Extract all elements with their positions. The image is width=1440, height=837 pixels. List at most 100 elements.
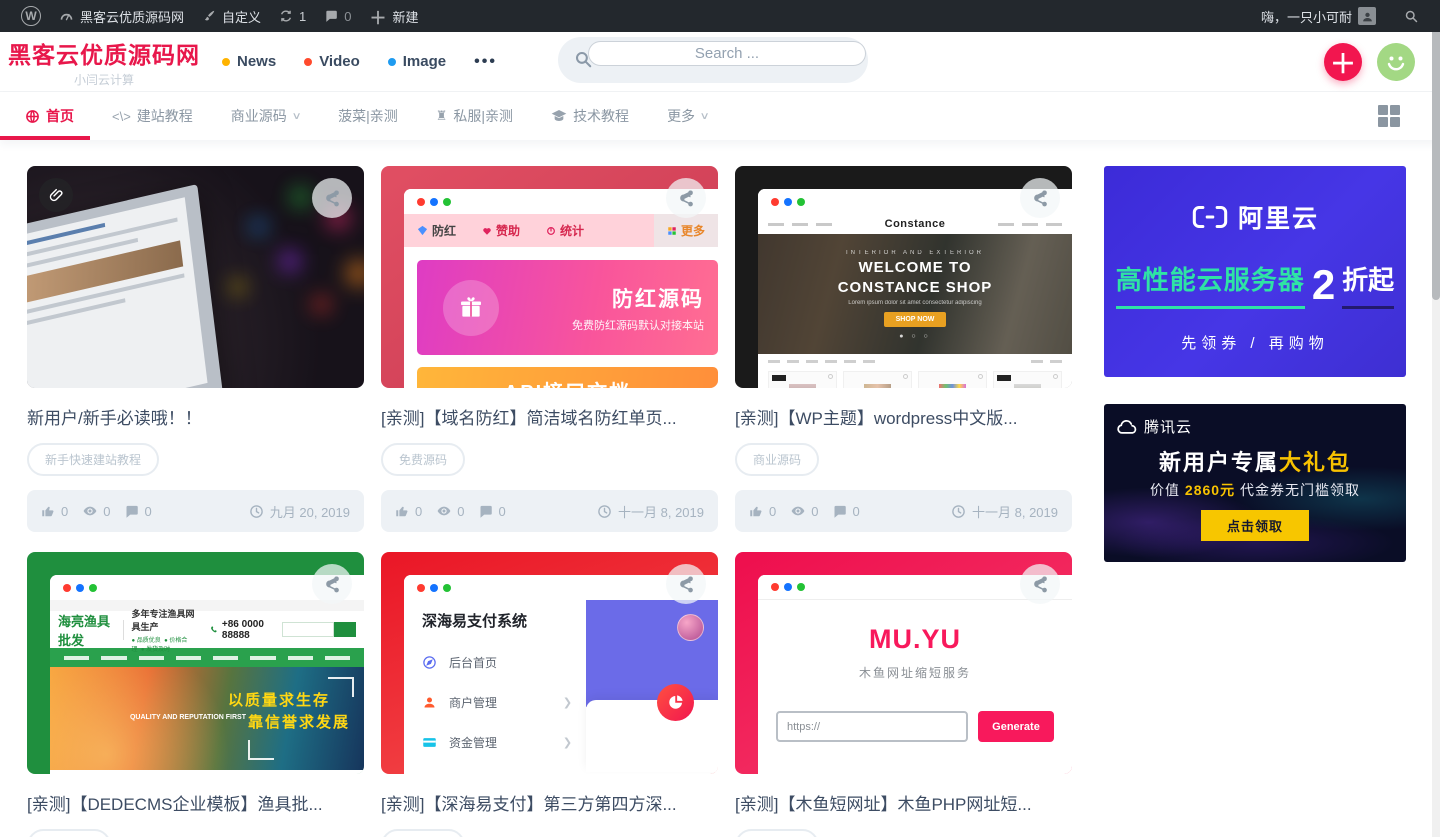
sidebar: 阿里云 高性能云服务器 2 折起 先领券 / 再购物 腾讯云 新用户专属大礼包 [1104,166,1406,837]
share-button[interactable] [312,564,352,604]
nav-item-commercial[interactable]: 商业源码 ∨ [231,92,300,140]
view-stat: 0 [436,503,464,519]
comment-stat[interactable]: 0 [478,504,505,519]
nav-label: 首页 [46,106,74,126]
share-button[interactable] [1020,564,1060,604]
admin-site-name: 黑客云优质源码网 [80,7,184,26]
post-title[interactable]: [亲测]【深海易支付】第三方第四方深... [381,790,718,815]
paperclip-icon [48,187,65,204]
wp-admin-bar: W 黑客云优质源码网 自定义 1 0 ＋ 新建 嗨，一只小可耐 [0,0,1440,32]
post-thumbnail[interactable]: 海亮渔具批发 多年专注渔具网具生产 ● 品质优良 ● 价格合理 ● 发货及时 +… [27,552,364,774]
layout-grid-icon[interactable] [1378,105,1400,127]
tencent-claim-button[interactable]: 点击领取 [1201,510,1309,541]
post-title[interactable]: 新用户/新手必读哦！！ [27,404,364,429]
thumbs-up-icon [41,504,56,519]
user-avatar-button[interactable] [1377,43,1415,81]
share-icon [677,189,695,207]
like-stat[interactable]: 0 [41,504,68,519]
customize-menu[interactable]: 自定义 [193,0,270,32]
share-icon [323,575,341,593]
post-card: 防红 赞助 统计 更多 防红源码 免费防红源码默认对接本站 [381,166,718,532]
like-count: 0 [61,504,68,519]
share-button[interactable] [312,178,352,218]
quick-link-image[interactable]: Image [388,53,446,70]
share-button[interactable] [1020,178,1060,218]
nav-item-more[interactable]: 更多 ∨ [667,92,708,140]
quick-links: News Video Image ••• [222,53,497,71]
quick-link-label: Video [319,53,360,70]
post-title[interactable]: [亲测]【WP主题】wordpress中文版... [735,404,1072,429]
globe-icon [25,109,40,124]
nav-item-tech[interactable]: 技术教程 [551,92,629,140]
comment-stat[interactable]: 0 [832,504,859,519]
comment-stat[interactable]: 0 [124,504,151,519]
post-thumbnail[interactable]: MU.YU 木鱼网址缩短服务 https:// Generate [735,552,1072,774]
browser-mockup: MU.YU 木鱼网址缩短服务 https:// Generate [758,575,1072,774]
post-tag[interactable]: 商业源码 [735,443,819,476]
post-grid: 新用户/新手必读哦！！ 新手快速建站教程 0 0 0 九月 20, 2019 [27,166,1072,837]
pie-chart-icon [657,684,694,721]
post-thumbnail[interactable]: 防红 赞助 统计 更多 防红源码 免费防红源码默认对接本站 [381,166,718,388]
post-tag[interactable]: 新手快速建站教程 [27,443,159,476]
nav-item-tutorials[interactable]: <\> 建站教程 [112,92,193,140]
date-text: 九月 20, 2019 [270,502,350,521]
search-input[interactable] [588,41,866,66]
post-tag[interactable]: 免费源码 [381,443,465,476]
content-area: 新用户/新手必读哦！！ 新手快速建站教程 0 0 0 九月 20, 2019 [0,140,1440,837]
browser-mockup: 深海易支付系统 后台首页 商户管理 ❯ [404,575,718,774]
tencent-ad-banner[interactable]: 腾讯云 新用户专属大礼包 价值 2860元 代金券无门槛领取 点击领取 [1104,404,1406,562]
post-title[interactable]: [亲测]【木鱼短网址】木鱼PHP网址短... [735,790,1072,815]
news-dot-icon [222,58,230,66]
update-count: 1 [299,9,306,24]
post-title[interactable]: [亲测]【域名防红】简洁域名防红单页... [381,404,718,429]
nav-item-sifu[interactable]: ♜ 私服|亲测 [436,92,513,140]
post-stats: 0 0 0 十一月 8, 2019 [381,490,718,532]
post-stats: 0 0 0 九月 20, 2019 [27,490,364,532]
more-links-icon[interactable]: ••• [474,53,497,71]
post-tag[interactable]: 商业源码 [27,829,111,837]
comment-icon [124,504,139,519]
nav-item-home[interactable]: 首页 [25,92,74,140]
post-card: Constance INTERIOR AND EXTERIOR WELCOME … [735,166,1072,532]
share-button[interactable] [666,178,706,218]
post-thumbnail[interactable]: 深海易支付系统 后台首页 商户管理 ❯ [381,552,718,774]
comments-menu[interactable]: 0 [315,0,360,32]
wp-logo-menu[interactable]: W [12,0,50,32]
like-stat[interactable]: 0 [749,504,776,519]
post-card: 深海易支付系统 后台首页 商户管理 ❯ [381,552,718,837]
new-content-menu[interactable]: ＋ 新建 [361,0,428,32]
tencent-cloud-icon [1116,419,1138,435]
admin-site-link[interactable]: 黑客云优质源码网 [50,0,193,32]
like-stat[interactable]: 0 [395,504,422,519]
graduation-cap-icon [551,109,567,123]
nav-item-bocai[interactable]: 菠菜|亲测 [338,92,398,140]
post-tag[interactable]: 商业源码 [381,829,465,837]
nav-label: 私服|亲测 [453,106,513,126]
aliyun-headline-suffix: 折起 [1342,260,1394,309]
post-thumbnail[interactable]: Constance INTERIOR AND EXTERIOR WELCOME … [735,166,1072,388]
quick-link-news[interactable]: News [222,53,276,70]
updates-menu[interactable]: 1 [270,0,315,32]
add-post-button[interactable]: ＋ [1324,43,1362,81]
adminbar-search[interactable] [1395,0,1428,32]
post-title[interactable]: [亲测]【DEDECMS企业模板】渔具批... [27,790,364,815]
post-tag[interactable]: 商业源码 [735,829,819,837]
post-date: 十一月 8, 2019 [597,502,704,521]
thumbs-up-icon [749,504,764,519]
page-scrollbar[interactable] [1432,0,1440,837]
share-button[interactable] [666,564,706,604]
site-logo[interactable]: 黑客云优质源码网 [8,36,200,70]
post-card: 海亮渔具批发 多年专注渔具网具生产 ● 品质优良 ● 价格合理 ● 发货及时 +… [27,552,364,837]
share-icon [1031,189,1049,207]
nav-label: 商业源码 [231,106,287,126]
view-count: 0 [811,504,818,519]
image-dot-icon [388,58,396,66]
aliyun-ad-banner[interactable]: 阿里云 高性能云服务器 2 折起 先领券 / 再购物 [1104,166,1406,377]
quick-link-video[interactable]: Video [304,53,360,70]
tencent-brand-text: 腾讯云 [1144,416,1192,437]
scrollbar-thumb[interactable] [1432,0,1440,300]
comment-count: 0 [344,9,351,24]
post-thumbnail[interactable] [27,166,364,388]
my-account-menu[interactable]: 嗨，一只小可耐 [1252,0,1385,32]
aliyun-logo-icon [1191,204,1229,230]
